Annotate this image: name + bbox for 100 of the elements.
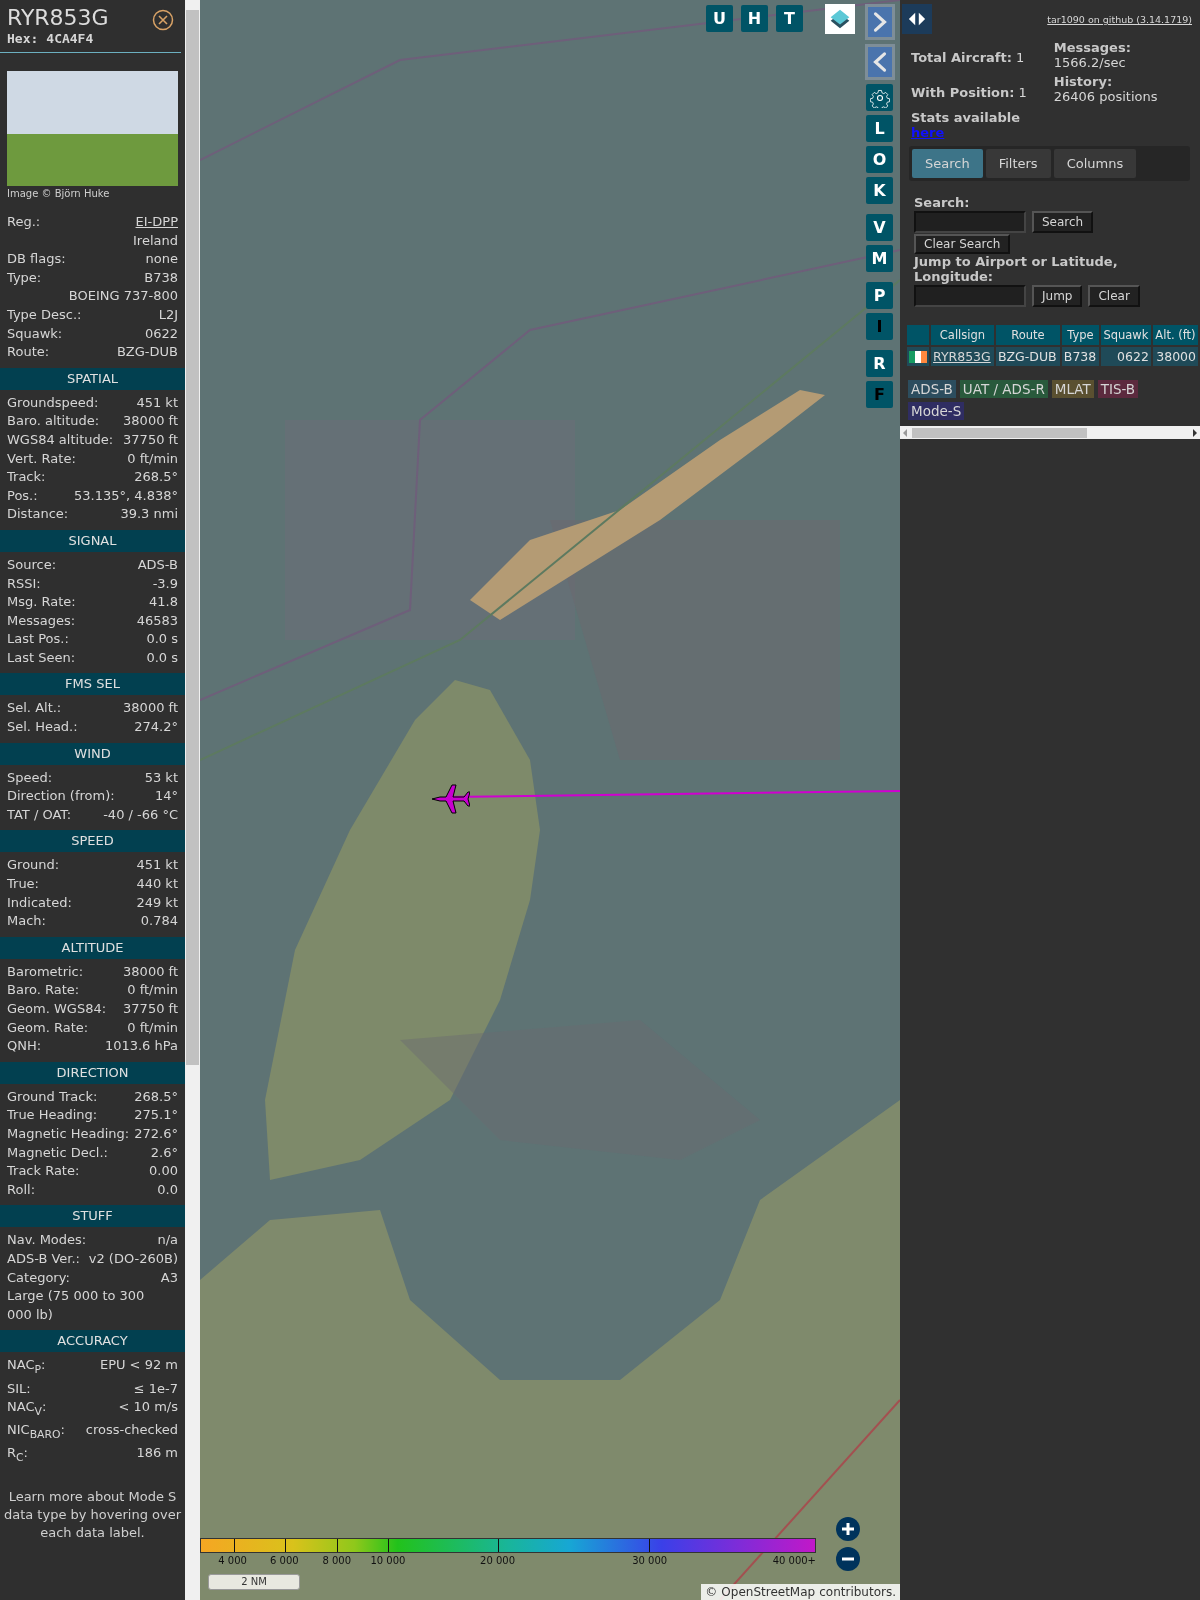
- field-value: 186 m: [136, 1444, 178, 1463]
- source-tag: TIS-B: [1097, 380, 1139, 398]
- collapse-button[interactable]: [865, 44, 895, 80]
- panel-toggle-button[interactable]: [902, 4, 932, 34]
- horizontal-scrollbar[interactable]: [900, 426, 1200, 439]
- field-label: Geom. WGS84:: [7, 1000, 107, 1018]
- field-value: L2J: [158, 305, 178, 324]
- field-value: 275.1°: [134, 1106, 178, 1125]
- field-value: A3: [160, 1268, 178, 1287]
- field-value: none: [145, 250, 178, 269]
- field-label: Ground:: [7, 856, 60, 875]
- field-value: 0 ft/min: [127, 1018, 178, 1037]
- tab[interactable]: Columns: [1053, 149, 1137, 178]
- field-value: < 10 m/s: [118, 1398, 178, 1417]
- field-value: 0.0: [157, 1180, 178, 1199]
- aircraft-callsign: RYR853G: [7, 5, 109, 31]
- settings-button[interactable]: [866, 84, 893, 111]
- expand-button[interactable]: [865, 4, 895, 40]
- field-value: 46583: [136, 611, 178, 630]
- map-toggle-button[interactable]: M: [866, 245, 893, 272]
- map-toggle-button[interactable]: R: [866, 350, 893, 377]
- map-toggle-button[interactable]: K: [866, 177, 893, 204]
- field-value: 39.3 nmi: [120, 505, 178, 524]
- stat-value: 1566.2/sec: [1053, 55, 1126, 70]
- altitude-label: 20 000: [480, 1555, 515, 1566]
- field-value: n/a: [157, 1231, 178, 1250]
- osm-link[interactable]: OpenStreetMap: [721, 1585, 816, 1599]
- field-label: Speed:: [7, 768, 53, 787]
- field-value: BOEING 737-800: [68, 287, 178, 306]
- field-label: Nav. Modes:: [7, 1231, 87, 1250]
- source-tag: MLAT: [1051, 380, 1094, 398]
- search-field[interactable]: [914, 211, 1026, 233]
- jump-field[interactable]: [914, 285, 1026, 307]
- registration-link[interactable]: EI-DPP: [135, 213, 178, 232]
- field-label: Last Pos.:: [7, 630, 69, 649]
- map-toggle-button[interactable]: O: [866, 146, 893, 173]
- field-label: Distance:: [7, 505, 69, 524]
- scrollbar[interactable]: [185, 0, 200, 1600]
- field-value: cross-checked: [85, 1421, 178, 1440]
- column-header[interactable]: Type: [1061, 325, 1099, 345]
- altitude-label: 10 000: [370, 1555, 406, 1566]
- field-label: Roll:: [7, 1180, 35, 1199]
- altitude-label: 4 000: [218, 1555, 247, 1566]
- section-header: SIGNAL: [0, 529, 185, 552]
- field-label: R$_{C}$:: [7, 1444, 28, 1467]
- section-header: ACCURACY: [0, 1330, 185, 1353]
- source-tag: Mode-S: [908, 402, 965, 420]
- section-header: ALTITUDE: [0, 936, 185, 959]
- photo-credit: Image © Björn Huke: [6, 188, 111, 199]
- copyright-sign: ©: [705, 1585, 718, 1599]
- field-value: BZG-DUB: [116, 343, 178, 362]
- double-arrow-icon: [906, 10, 928, 28]
- field-value: Large (75 000 to 300 000 lb): [7, 1287, 146, 1324]
- field-label: True:: [7, 875, 39, 894]
- field-value: 0 ft/min: [127, 981, 178, 1000]
- section-header: SPEED: [0, 830, 185, 853]
- field-label: Type:: [7, 268, 42, 287]
- zoom-out-icon[interactable]: [835, 1546, 861, 1572]
- scroll-right-icon[interactable]: [1192, 428, 1198, 437]
- field-label: Squawk:: [7, 324, 63, 343]
- field-value: 41.8: [149, 593, 178, 612]
- column-header[interactable]: Route: [995, 325, 1060, 345]
- hex-code: 4CA4F4: [46, 31, 94, 46]
- field-label: Vert. Rate:: [7, 449, 76, 468]
- hex-label: Hex:: [7, 31, 39, 46]
- tab[interactable]: Search: [912, 149, 983, 178]
- field-value: 0 ft/min: [127, 449, 178, 468]
- column-header[interactable]: Callsign: [931, 325, 994, 345]
- field-value: 451 kt: [136, 856, 178, 875]
- map-toggle-button[interactable]: H: [741, 5, 768, 32]
- field-value: ≤ 1e-7: [133, 1379, 178, 1398]
- map-toggle-button[interactable]: L: [866, 115, 893, 142]
- airplane-icon[interactable]: [430, 782, 470, 816]
- field-label: Route:: [7, 343, 50, 362]
- search-button[interactable]: Search: [1032, 211, 1094, 233]
- field-label: Track:: [7, 468, 46, 487]
- layers-button[interactable]: [825, 4, 855, 34]
- close-icon[interactable]: [152, 9, 174, 31]
- table-cell[interactable]: RYR853G: [931, 347, 994, 366]
- map-toggle-button[interactable]: P: [866, 282, 893, 309]
- stat-value: 1: [1018, 85, 1027, 100]
- field-label: TAT / OAT:: [7, 805, 72, 824]
- tab[interactable]: Filters: [985, 149, 1051, 178]
- clear-button[interactable]: Clear: [1088, 285, 1140, 307]
- field-value: 440 kt: [136, 875, 178, 894]
- zoom-in-icon[interactable]: [835, 1516, 861, 1542]
- column-header[interactable]: Alt. (ft): [1152, 325, 1198, 345]
- map-toggle-button[interactable]: V: [866, 214, 893, 241]
- map-toggle-button[interactable]: T: [776, 5, 803, 32]
- map-toggle-button[interactable]: U: [706, 5, 733, 32]
- jump-button[interactable]: Jump: [1032, 285, 1083, 307]
- column-header[interactable]: Squawk: [1100, 325, 1151, 345]
- field-label: Magnetic Heading:: [7, 1124, 130, 1143]
- version-link[interactable]: tar1090 on github (3.14.1719): [1047, 14, 1192, 25]
- field-value: EPU < 92 m: [99, 1356, 178, 1375]
- altitude-label: 6 000: [270, 1555, 299, 1566]
- scale-bar: 2 NM: [208, 1574, 300, 1590]
- clear-search-button[interactable]: Clear Search: [914, 234, 1011, 254]
- stat-label: Stats available: [911, 110, 1022, 125]
- field-label: Type Desc.:: [7, 305, 82, 324]
